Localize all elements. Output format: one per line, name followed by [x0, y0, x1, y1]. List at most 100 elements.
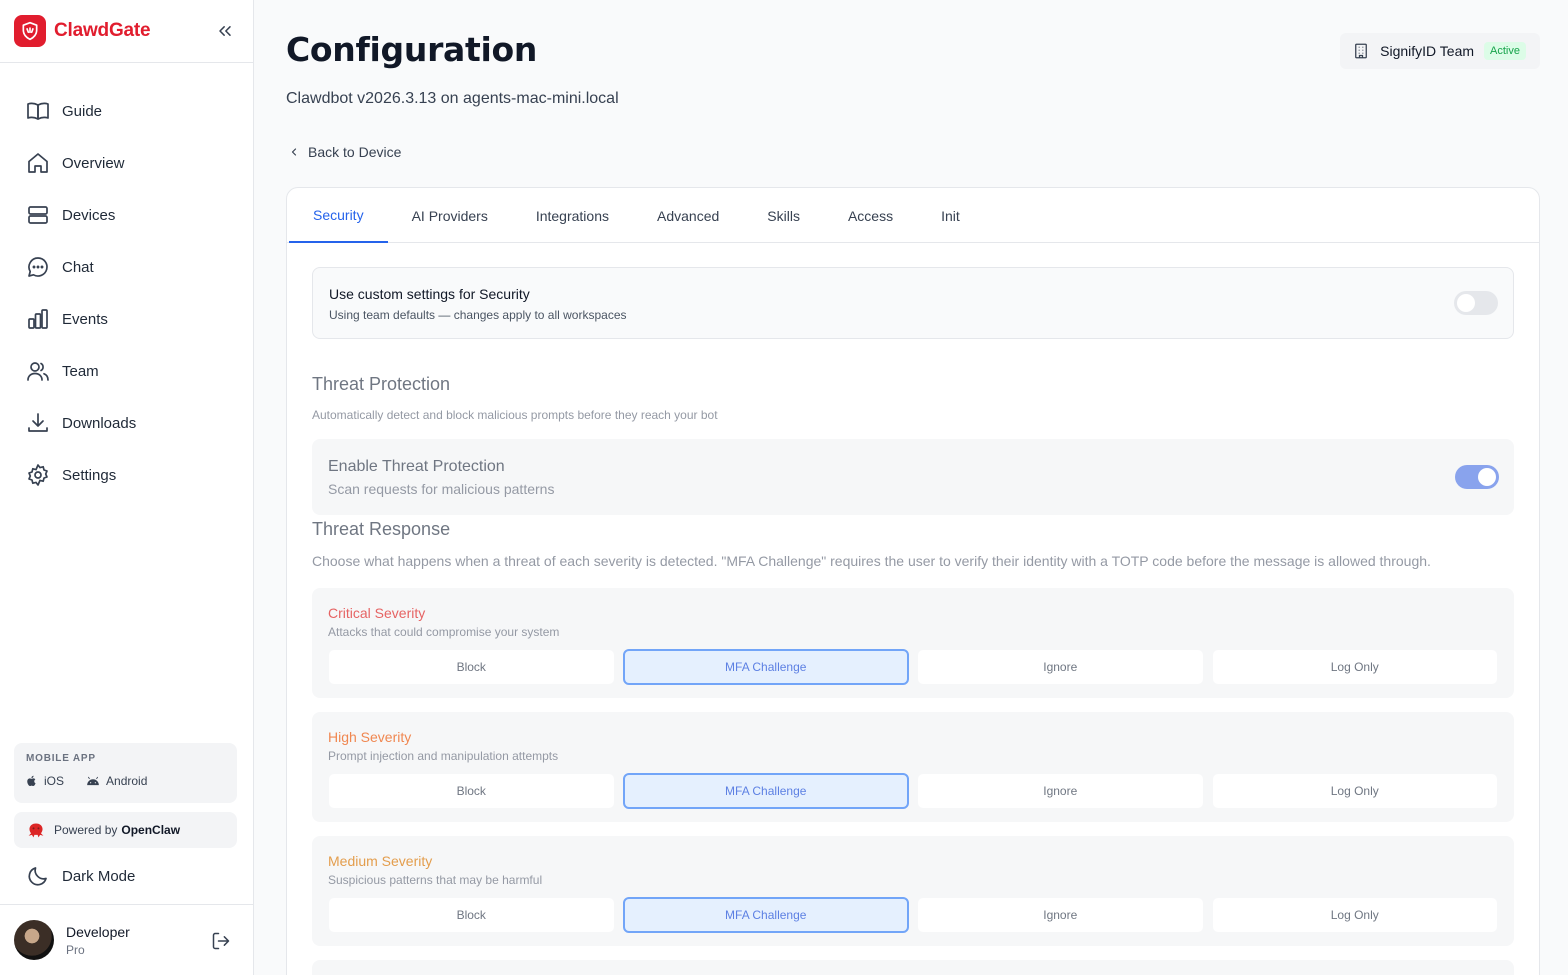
severity-description: Attacks that could compromise your syste…: [328, 625, 560, 639]
block-option[interactable]: Block: [328, 897, 615, 933]
severity-options: Block MFA Challenge Ignore Log Only: [328, 897, 1498, 933]
threat-protection-title: Threat Protection: [312, 374, 451, 394]
mobile-app-title: MOBILE APP: [26, 753, 96, 764]
tab-access[interactable]: Access: [824, 188, 917, 243]
gear-icon: [28, 464, 48, 486]
apple-icon: [27, 775, 36, 787]
book-icon: [27, 102, 49, 120]
team-selector[interactable]: SignifyID Team Active: [1340, 33, 1540, 69]
ios-app-link[interactable]: iOS: [26, 774, 64, 788]
download-icon: [28, 413, 48, 432]
dark-mode-label: Dark Mode: [62, 867, 136, 885]
low-severity-panel: [312, 960, 1514, 975]
block-option[interactable]: Block: [328, 649, 615, 685]
ios-label: iOS: [44, 774, 65, 788]
severity-title: Critical Severity: [328, 605, 426, 621]
sidebar-item-settings[interactable]: Settings: [0, 449, 253, 501]
mfa-challenge-option[interactable]: MFA Challenge: [622, 649, 909, 685]
android-icon: [87, 776, 99, 786]
avatar[interactable]: [14, 920, 54, 960]
sidebar-item-label: Settings: [62, 466, 117, 484]
critical-severity-panel: Critical Severity Attacks that could com…: [312, 588, 1514, 698]
tab-ai-providers[interactable]: AI Providers: [388, 188, 512, 243]
back-to-device-link[interactable]: Back to Device: [288, 144, 401, 160]
tab-security[interactable]: Security: [289, 188, 388, 243]
threat-protection-toggle[interactable]: [1455, 465, 1499, 489]
server-icon: [28, 206, 48, 224]
severity-description: Suspicious patterns that may be harmful: [328, 873, 543, 887]
severity-options: Block MFA Challenge Ignore Log Only: [328, 649, 1498, 685]
sidebar-item-label: Chat: [62, 258, 94, 276]
tab-skills[interactable]: Skills: [743, 188, 824, 243]
sidebar-item-events[interactable]: Events: [0, 293, 253, 345]
sidebar-item-label: Overview: [62, 154, 125, 172]
page-subtitle: Clawdbot v2026.3.13 on agents-mac-mini.l…: [286, 90, 619, 107]
chat-icon: [28, 257, 48, 277]
sidebar-item-team[interactable]: Team: [0, 345, 253, 397]
mfa-challenge-option[interactable]: MFA Challenge: [622, 773, 909, 809]
dark-mode-toggle[interactable]: Dark Mode: [26, 864, 135, 888]
sidebar-item-overview[interactable]: Overview: [0, 137, 253, 189]
moon-icon: [28, 867, 47, 886]
back-link-label: Back to Device: [308, 144, 402, 160]
ignore-option[interactable]: Ignore: [917, 649, 1204, 685]
sidebar-item-downloads[interactable]: Downloads: [0, 397, 253, 449]
users-icon: [27, 362, 49, 381]
sidebar-item-label: Guide: [62, 102, 103, 120]
mfa-challenge-option[interactable]: MFA Challenge: [622, 897, 909, 933]
mobile-app-panel: MOBILE APP iOS Android: [14, 743, 237, 803]
log-only-option[interactable]: Log Only: [1211, 649, 1498, 685]
threat-response-description: Choose what happens when a threat of eac…: [312, 553, 1431, 569]
custom-settings-toggle[interactable]: [1454, 291, 1498, 315]
medium-severity-panel: Medium Severity Suspicious patterns that…: [312, 836, 1514, 946]
tab-init[interactable]: Init: [917, 188, 984, 243]
home-icon: [28, 153, 48, 173]
ignore-option[interactable]: Ignore: [917, 773, 1204, 809]
powered-by-link[interactable]: Powered by OpenClaw: [14, 812, 237, 848]
clawdgate-logo-icon[interactable]: [14, 15, 46, 47]
android-app-link[interactable]: Android: [86, 774, 147, 788]
log-only-option[interactable]: Log Only: [1211, 897, 1498, 933]
configuration-card: Security AI Providers Integrations Advan…: [286, 187, 1540, 975]
tab-advanced[interactable]: Advanced: [633, 188, 743, 243]
brand-name[interactable]: ClawdGate: [54, 20, 151, 42]
ignore-option[interactable]: Ignore: [917, 897, 1204, 933]
user-profile: Developer Pro: [0, 904, 253, 975]
chevron-left-icon: [291, 148, 297, 156]
user-plan: Pro: [66, 942, 85, 957]
sidebar-item-chat[interactable]: Chat: [0, 241, 253, 293]
android-label: Android: [106, 774, 148, 788]
sidebar-item-label: Downloads: [62, 414, 137, 432]
severity-title: Medium Severity: [328, 853, 433, 869]
sidebar-item-label: Team: [62, 362, 99, 380]
sidebar-item-devices[interactable]: Devices: [0, 189, 253, 241]
custom-settings-title: Use custom settings for Security: [329, 286, 530, 302]
enable-threat-protection-panel: Enable Threat Protection Scan requests f…: [312, 439, 1514, 515]
sidebar-item-label: Devices: [62, 206, 116, 224]
log-only-option[interactable]: Log Only: [1211, 773, 1498, 809]
powered-by-prefix: Powered by: [54, 823, 118, 837]
team-name: SignifyID Team: [1380, 43, 1475, 59]
enable-threat-protection-title: Enable Threat Protection: [328, 458, 505, 475]
user-name: Developer: [66, 923, 130, 940]
logout-button[interactable]: [211, 931, 231, 956]
brand-header: ClawdGate: [0, 0, 253, 63]
threat-protection-description: Automatically detect and block malicious…: [312, 408, 718, 422]
tab-integrations[interactable]: Integrations: [512, 188, 633, 243]
threat-response-title: Threat Response: [312, 519, 451, 539]
page-title: Configuration: [286, 30, 538, 69]
config-tabs: Security AI Providers Integrations Advan…: [287, 188, 1539, 243]
severity-title: High Severity: [328, 729, 412, 745]
sidebar-item-guide[interactable]: Guide: [0, 85, 253, 137]
enable-threat-protection-description: Scan requests for malicious patterns: [328, 481, 555, 497]
severity-options: Block MFA Challenge Ignore Log Only: [328, 773, 1498, 809]
bar-chart-icon: [28, 309, 48, 329]
sidebar: ClawdGate Guide Overview Devices Chat Ev…: [0, 0, 254, 975]
collapse-sidebar-button[interactable]: [211, 17, 239, 45]
custom-settings-description: Using team defaults — changes apply to a…: [329, 308, 627, 322]
sidebar-nav: Guide Overview Devices Chat Events Team …: [0, 63, 253, 501]
block-option[interactable]: Block: [328, 773, 615, 809]
openclaw-logo-icon: [28, 823, 44, 838]
severity-description: Prompt injection and manipulation attemp…: [328, 749, 559, 763]
chevrons-left-icon: [219, 26, 231, 36]
